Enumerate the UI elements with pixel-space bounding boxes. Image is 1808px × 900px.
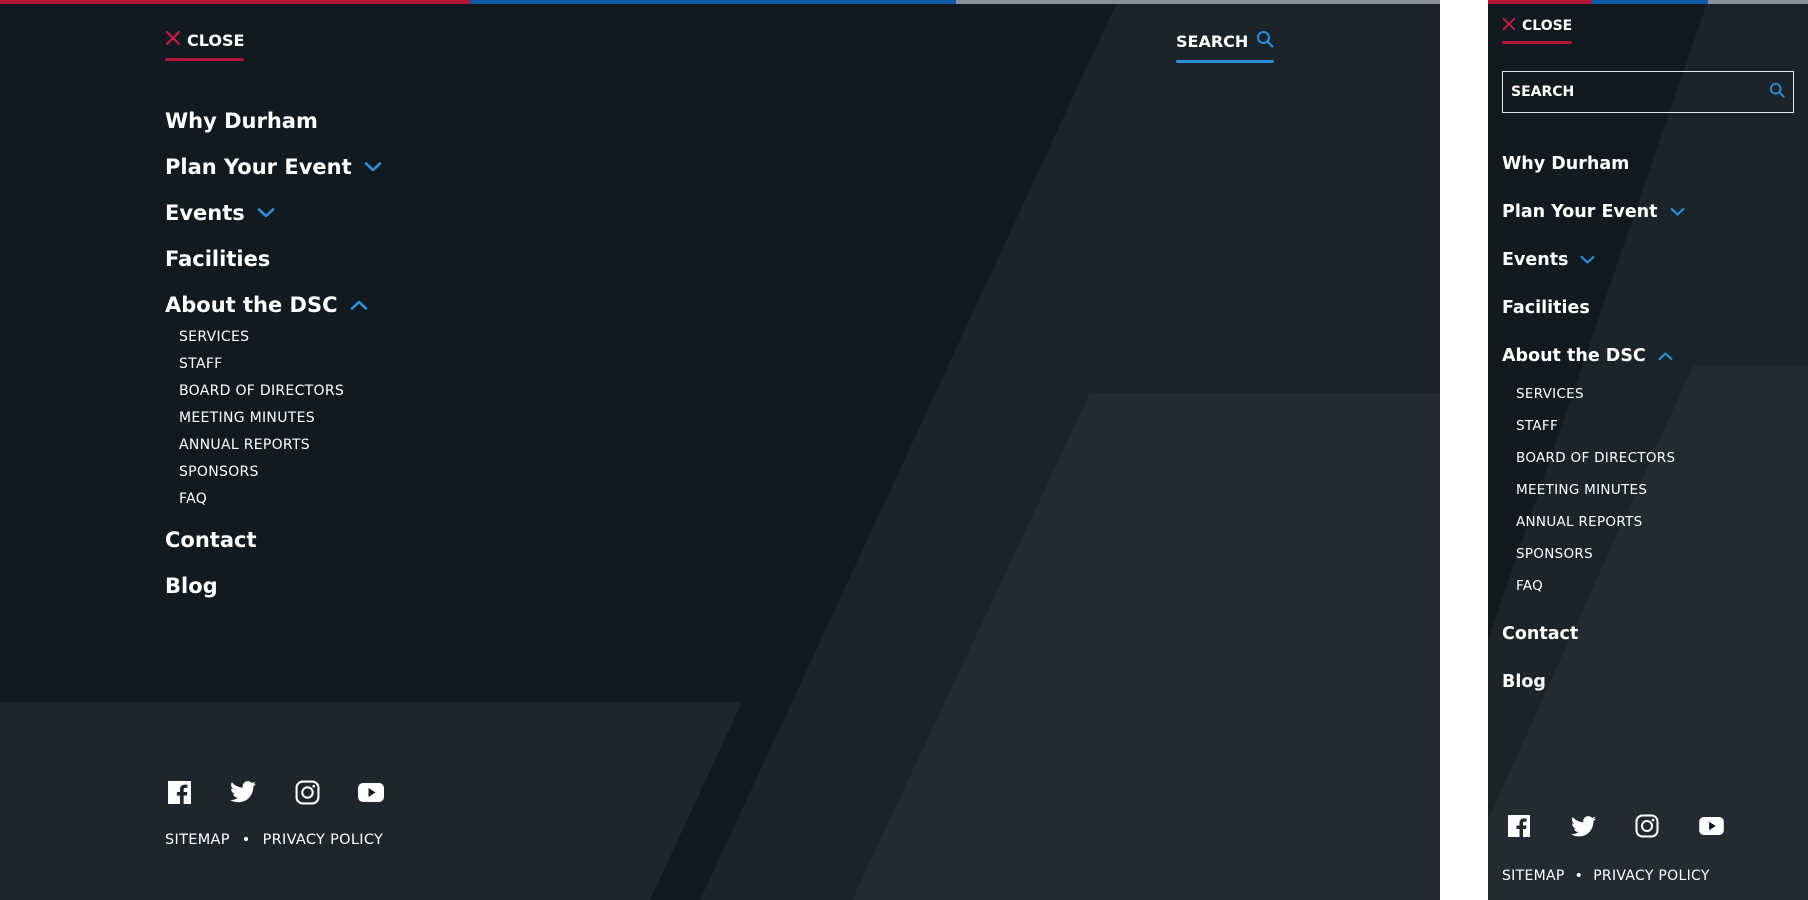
facebook-icon[interactable] xyxy=(165,778,193,806)
chevron-down-icon[interactable] xyxy=(257,207,275,219)
chevron-down-icon[interactable] xyxy=(1580,255,1595,265)
main-nav: Why Durham Plan Your Event Events Facili… xyxy=(1502,140,1685,706)
search-label: SEARCH xyxy=(1176,31,1249,51)
nav-label: Contact xyxy=(1502,624,1579,644)
social-links xyxy=(1506,813,1724,839)
close-underline xyxy=(165,58,245,61)
chevron-up-icon[interactable] xyxy=(350,299,368,311)
subnav-item-faq[interactable]: FAQ xyxy=(1516,570,1685,602)
chevron-up-icon[interactable] xyxy=(1658,351,1673,361)
desktop-menu-panel: CLOSE SEARCH Why Durham Plan Your Event … xyxy=(0,0,1440,900)
subnav-item-sponsors[interactable]: SPONSORS xyxy=(1516,538,1685,570)
sitemap-link[interactable]: SITEMAP xyxy=(1502,868,1565,884)
nav-label: Plan Your Event xyxy=(1502,202,1658,222)
separator: • xyxy=(241,832,251,848)
search-underline xyxy=(1176,60,1275,63)
nav-label: Events xyxy=(165,201,245,225)
subnav-item-staff[interactable]: STAFF xyxy=(179,351,382,378)
search-icon xyxy=(1256,30,1274,52)
nav-label: Plan Your Event xyxy=(165,155,352,179)
subnav-item-services[interactable]: SERVICES xyxy=(1516,378,1685,410)
search-icon[interactable] xyxy=(1769,82,1785,102)
nav-item-why-durham[interactable]: Why Durham xyxy=(165,98,382,144)
nav-label: Blog xyxy=(1502,672,1546,692)
search-input[interactable]: SEARCH xyxy=(1502,71,1794,113)
twitter-icon[interactable] xyxy=(1570,813,1596,839)
subnav-item-annual-reports[interactable]: ANNUAL REPORTS xyxy=(179,432,382,459)
close-icon xyxy=(165,30,181,50)
nav-item-about-the-dsc[interactable]: About the DSC xyxy=(1502,332,1685,380)
nav-label: Blog xyxy=(165,574,218,598)
nav-label: Why Durham xyxy=(165,109,318,133)
nav-item-plan-your-event[interactable]: Plan Your Event xyxy=(165,144,382,190)
close-label: CLOSE xyxy=(1522,18,1573,34)
youtube-icon[interactable] xyxy=(357,778,385,806)
nav-item-why-durham[interactable]: Why Durham xyxy=(1502,140,1685,188)
nav-label: About the DSC xyxy=(1502,346,1646,366)
nav-label: Events xyxy=(1502,250,1569,270)
subnav-item-staff[interactable]: STAFF xyxy=(1516,410,1685,442)
mobile-menu-panel: CLOSE SEARCH Why Durham Plan Your Event … xyxy=(1488,0,1808,900)
nav-item-blog[interactable]: Blog xyxy=(1502,658,1685,706)
about-submenu: SERVICES STAFF BOARD OF DIRECTORS MEETIN… xyxy=(1502,378,1685,602)
nav-item-contact[interactable]: Contact xyxy=(1502,610,1685,658)
facebook-icon[interactable] xyxy=(1506,813,1532,839)
separator: • xyxy=(1574,868,1584,884)
instagram-icon[interactable] xyxy=(293,778,321,806)
instagram-icon[interactable] xyxy=(1634,813,1660,839)
close-button[interactable]: CLOSE xyxy=(1502,17,1573,44)
chevron-down-icon[interactable] xyxy=(1670,207,1685,217)
nav-label: Facilities xyxy=(165,247,271,271)
subnav-item-board-of-directors[interactable]: BOARD OF DIRECTORS xyxy=(179,378,382,405)
subnav-item-annual-reports[interactable]: ANNUAL REPORTS xyxy=(1516,506,1685,538)
close-underline xyxy=(1502,41,1573,44)
privacy-policy-link[interactable]: PRIVACY POLICY xyxy=(263,832,384,848)
nav-item-facilities[interactable]: Facilities xyxy=(1502,284,1685,332)
search-placeholder: SEARCH xyxy=(1511,84,1575,100)
legal-links: SITEMAP • PRIVACY POLICY xyxy=(1502,868,1710,884)
nav-item-blog[interactable]: Blog xyxy=(165,563,382,609)
nav-label: About the DSC xyxy=(165,293,338,317)
social-links xyxy=(165,778,385,806)
nav-item-facilities[interactable]: Facilities xyxy=(165,236,382,282)
nav-item-events[interactable]: Events xyxy=(165,190,382,236)
close-icon xyxy=(1502,17,1516,35)
legal-links: SITEMAP • PRIVACY POLICY xyxy=(165,832,383,848)
twitter-icon[interactable] xyxy=(229,778,257,806)
nav-label: Facilities xyxy=(1502,298,1590,318)
nav-item-contact[interactable]: Contact xyxy=(165,517,382,563)
subnav-item-meeting-minutes[interactable]: MEETING MINUTES xyxy=(1516,474,1685,506)
privacy-policy-link[interactable]: PRIVACY POLICY xyxy=(1593,868,1710,884)
subnav-item-faq[interactable]: FAQ xyxy=(179,486,382,513)
subnav-item-board-of-directors[interactable]: BOARD OF DIRECTORS xyxy=(1516,442,1685,474)
search-button[interactable]: SEARCH xyxy=(1176,30,1275,63)
close-button[interactable]: CLOSE xyxy=(165,30,245,61)
nav-item-about-the-dsc[interactable]: About the DSC xyxy=(165,282,382,328)
youtube-icon[interactable] xyxy=(1698,813,1724,839)
nav-label: Why Durham xyxy=(1502,154,1630,174)
nav-item-events[interactable]: Events xyxy=(1502,236,1685,284)
chevron-down-icon[interactable] xyxy=(364,161,382,173)
subnav-item-sponsors[interactable]: SPONSORS xyxy=(179,459,382,486)
subnav-item-services[interactable]: SERVICES xyxy=(179,324,382,351)
about-submenu: SERVICES STAFF BOARD OF DIRECTORS MEETIN… xyxy=(165,324,382,513)
nav-label: Contact xyxy=(165,528,257,552)
sitemap-link[interactable]: SITEMAP xyxy=(165,832,230,848)
main-nav: Why Durham Plan Your Event Events Facili… xyxy=(165,98,382,609)
nav-item-plan-your-event[interactable]: Plan Your Event xyxy=(1502,188,1685,236)
subnav-item-meeting-minutes[interactable]: MEETING MINUTES xyxy=(179,405,382,432)
close-label: CLOSE xyxy=(187,30,245,50)
